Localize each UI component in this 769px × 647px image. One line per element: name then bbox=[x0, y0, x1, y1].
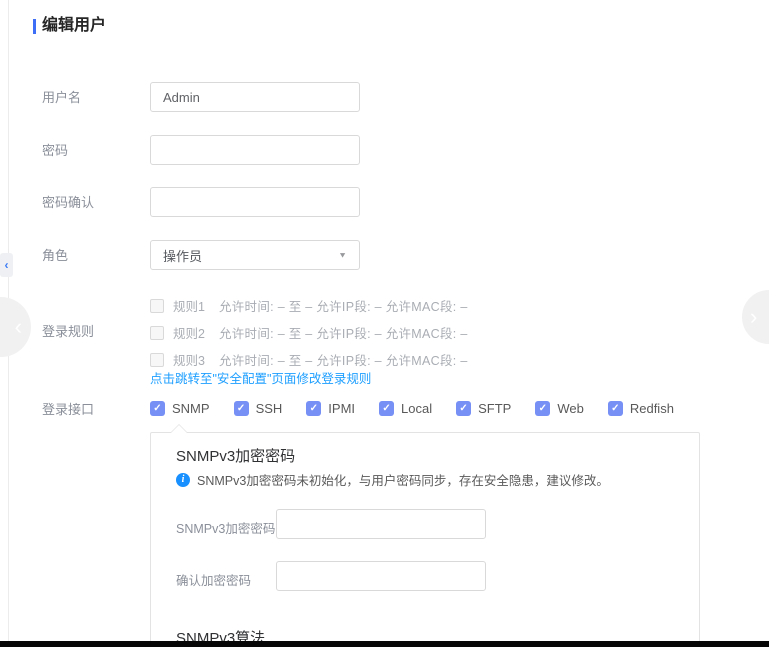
login-interfaces-label: 登录接口 bbox=[42, 402, 94, 417]
interface-option-local[interactable]: ✓ Local bbox=[379, 401, 432, 416]
rule-detail: 允许时间: – 至 – 允许IP段: – 允许MAC段: – bbox=[219, 323, 468, 342]
snmpv3-panel-title: SNMPv3加密密码 bbox=[176, 445, 295, 466]
snmpv3-info-text: SNMPv3加密密码未初始化，与用户密码同步，存在安全隐患，建议修改。 bbox=[197, 470, 609, 489]
login-rule-row: 规则1 允许时间: – 至 – 允许IP段: – 允许MAC段: – bbox=[150, 296, 468, 315]
login-interfaces-group: ✓ SNMP ✓ SSH ✓ IPMI ✓ Local ✓ SFTP ✓ Web… bbox=[150, 401, 674, 416]
login-rule-row: 规则2 允许时间: – 至 – 允许IP段: – 允许MAC段: – bbox=[150, 323, 468, 342]
interface-option-ssh[interactable]: ✓ SSH bbox=[234, 401, 283, 416]
snmpv3-confirm-input[interactable] bbox=[276, 561, 486, 591]
interface-option-label: IPMI bbox=[328, 401, 355, 416]
snmpv3-confirm-label: 确认加密密码 bbox=[176, 570, 251, 589]
interface-option-ipmi[interactable]: ✓ IPMI bbox=[306, 401, 355, 416]
collapse-sidebar-button[interactable]: ‹ bbox=[0, 253, 13, 277]
username-input[interactable] bbox=[150, 82, 360, 112]
interface-option-label: Local bbox=[401, 401, 432, 416]
title-accent-bar bbox=[33, 19, 36, 34]
checkbox-checked-icon[interactable]: ✓ bbox=[535, 401, 550, 416]
role-selected-value: 操作员 bbox=[163, 246, 202, 265]
checkbox-checked-icon[interactable]: ✓ bbox=[306, 401, 321, 416]
page-title: 编辑用户 bbox=[42, 11, 106, 35]
chevron-right-icon: › bbox=[750, 306, 757, 328]
password-confirm-input[interactable] bbox=[150, 187, 360, 217]
interface-option-web[interactable]: ✓ Web bbox=[535, 401, 584, 416]
rule-detail: 允许时间: – 至 – 允许IP段: – 允许MAC段: – bbox=[219, 296, 468, 315]
snmpv3-panel: SNMPv3加密密码 i SNMPv3加密密码未初始化，与用户密码同步，存在安全… bbox=[150, 432, 700, 647]
interface-option-label: Redfish bbox=[630, 401, 674, 416]
login-rule-row: 规则3 允许时间: – 至 – 允许IP段: – 允许MAC段: – bbox=[150, 350, 468, 369]
password-input[interactable] bbox=[150, 135, 360, 165]
role-select[interactable]: 操作员 ▼ bbox=[150, 240, 360, 270]
rule-detail: 允许时间: – 至 – 允许IP段: – 允许MAC段: – bbox=[219, 350, 468, 369]
checkbox-checked-icon[interactable]: ✓ bbox=[379, 401, 394, 416]
snmpv3-info-row: i SNMPv3加密密码未初始化，与用户密码同步，存在安全隐患，建议修改。 bbox=[176, 470, 609, 489]
panel-notch-fill bbox=[171, 425, 187, 433]
rule3-checkbox[interactable] bbox=[150, 353, 164, 367]
interface-option-label: SNMP bbox=[172, 401, 210, 416]
bottom-black-bar bbox=[0, 641, 769, 647]
snmpv3-password-input[interactable] bbox=[276, 509, 486, 539]
interface-option-snmp[interactable]: ✓ SNMP bbox=[150, 401, 210, 416]
interface-option-label: SSH bbox=[256, 401, 283, 416]
rule-name: 规则2 bbox=[173, 323, 205, 342]
rule2-checkbox[interactable] bbox=[150, 326, 164, 340]
password-label: 密码 bbox=[42, 143, 68, 158]
chevron-left-icon: ‹ bbox=[5, 259, 9, 271]
prev-page-arrow[interactable]: ‹ bbox=[0, 297, 31, 357]
username-label: 用户名 bbox=[42, 90, 81, 105]
chevron-left-icon: ‹ bbox=[15, 316, 22, 338]
chevron-down-icon: ▼ bbox=[338, 251, 347, 260]
rule-name: 规则3 bbox=[173, 350, 205, 369]
checkbox-checked-icon[interactable]: ✓ bbox=[456, 401, 471, 416]
snmpv3-password-label: SNMPv3加密密码 bbox=[176, 518, 275, 537]
checkbox-checked-icon[interactable]: ✓ bbox=[234, 401, 249, 416]
interface-option-label: SFTP bbox=[478, 401, 511, 416]
security-config-link[interactable]: 点击跳转至"安全配置"页面修改登录规则 bbox=[150, 368, 371, 387]
interface-option-sftp[interactable]: ✓ SFTP bbox=[456, 401, 511, 416]
info-icon: i bbox=[176, 473, 190, 487]
checkbox-checked-icon[interactable]: ✓ bbox=[608, 401, 623, 416]
interface-option-label: Web bbox=[557, 401, 584, 416]
rule1-checkbox[interactable] bbox=[150, 299, 164, 313]
rule-name: 规则1 bbox=[173, 296, 205, 315]
password-confirm-label: 密码确认 bbox=[42, 195, 94, 210]
next-page-arrow[interactable]: › bbox=[742, 290, 769, 344]
login-rules-label: 登录规则 bbox=[42, 324, 94, 339]
checkbox-checked-icon[interactable]: ✓ bbox=[150, 401, 165, 416]
interface-option-redfish[interactable]: ✓ Redfish bbox=[608, 401, 674, 416]
edit-user-page: ‹ ‹ › 编辑用户 用户名 密码 密码确认 角色 操作员 ▼ 登录规则 规则1… bbox=[0, 0, 769, 647]
role-label: 角色 bbox=[42, 248, 68, 263]
